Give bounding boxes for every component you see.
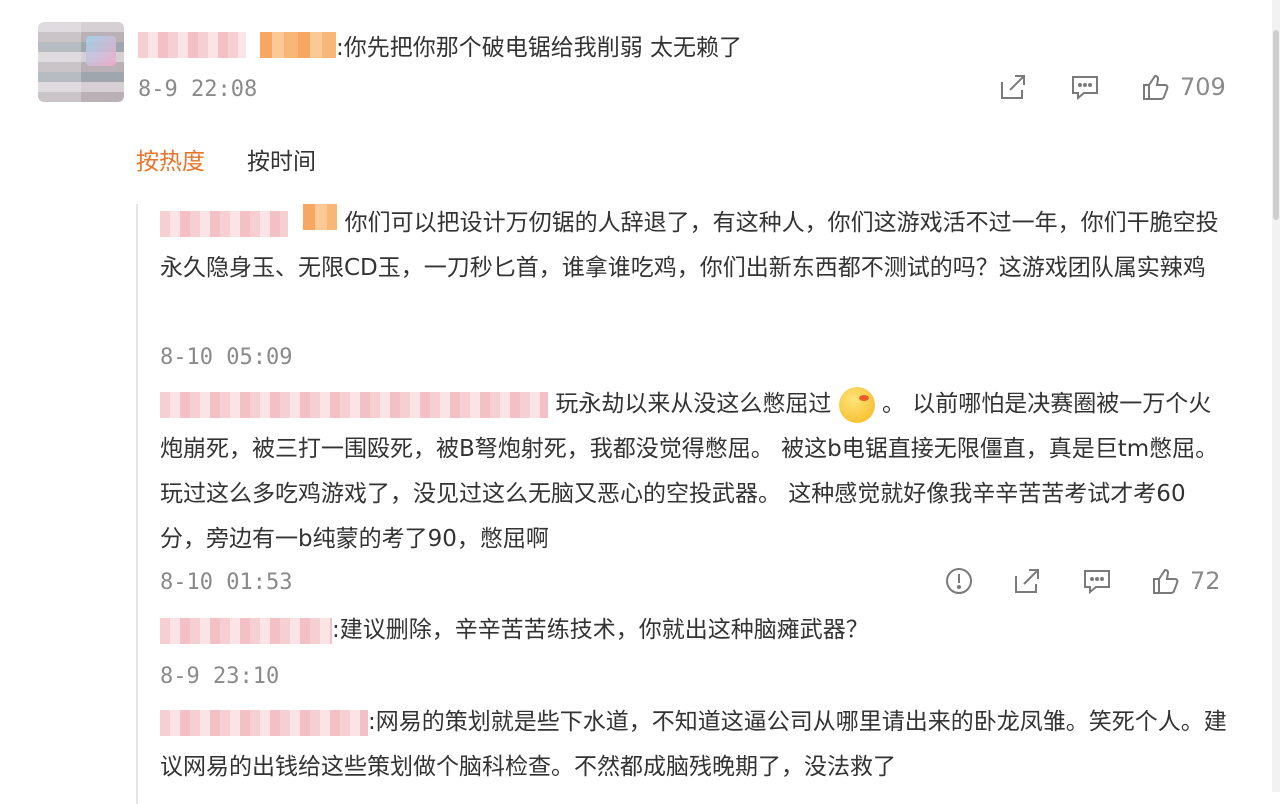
like-icon[interactable]	[1148, 564, 1182, 598]
username-blurred[interactable]	[138, 32, 246, 58]
reply-1: 你们可以把设计万仞锯的人辞退了，有这种人，你们这游戏活不过一年，你们干脆空投永久…	[160, 201, 1230, 291]
top-comment: :你先把你那个破电锯给我削弱 太无赖了	[138, 28, 742, 62]
reply-2: 玩永劫以来从没这么憋屈过 。 以前哪怕是决赛圈被一万个火炮崩死，被三打一围殴死，…	[160, 382, 1230, 562]
share-icon[interactable]	[996, 70, 1030, 104]
reply-2-username-blurred[interactable]	[160, 391, 548, 418]
top-comment-text: :你先把你那个破电锯给我削弱 太无赖了	[336, 35, 743, 61]
comment-icon[interactable]	[1080, 564, 1114, 598]
report-icon[interactable]	[942, 564, 976, 598]
top-comment-actions: 709	[996, 70, 1226, 104]
reply-2-text-a: 玩永劫以来从没这么憋屈过	[555, 391, 832, 417]
tab-sort-hot[interactable]: 按热度	[136, 142, 205, 176]
avatar[interactable]	[38, 22, 124, 102]
reply-2-time: 8-10 01:53	[160, 570, 293, 595]
reply-1-badge	[303, 204, 338, 230]
reply-4: :网易的策划就是些下水道，不知道这逼公司从哪里请出来的卧龙凤雏。笑死个人。建议网…	[160, 700, 1230, 790]
share-icon[interactable]	[1010, 564, 1044, 598]
reply-3-time: 8-9 23:10	[160, 664, 280, 689]
scroll-thumb[interactable]	[1273, 30, 1279, 220]
reply-2-actions: 72	[942, 564, 1221, 598]
reply-3-username-blurred[interactable]	[160, 617, 332, 644]
top-comment-time: 8-9 22:08	[138, 77, 258, 102]
sort-tabs: 按热度 按时间	[136, 142, 358, 176]
reply-3: :建议删除，辛辛苦苦练技术，你就出这种脑瘫武器？	[160, 608, 1230, 653]
like-icon[interactable]	[1138, 70, 1172, 104]
tab-sort-time[interactable]: 按时间	[247, 142, 316, 176]
user-badge-blurred	[260, 32, 336, 58]
reply-3-text: :建议删除，辛辛苦苦练技术，你就出这种脑瘫武器？	[332, 617, 869, 643]
reply-1-time: 8-10 05:09	[160, 345, 293, 370]
dizzy-face-emoji-icon	[838, 386, 875, 423]
comment-icon[interactable]	[1068, 70, 1102, 104]
like-count: 709	[1180, 73, 1226, 101]
reply-4-username-blurred[interactable]	[160, 709, 368, 736]
reply-1-username-blurred[interactable]	[160, 210, 288, 237]
like-count: 72	[1190, 567, 1221, 595]
